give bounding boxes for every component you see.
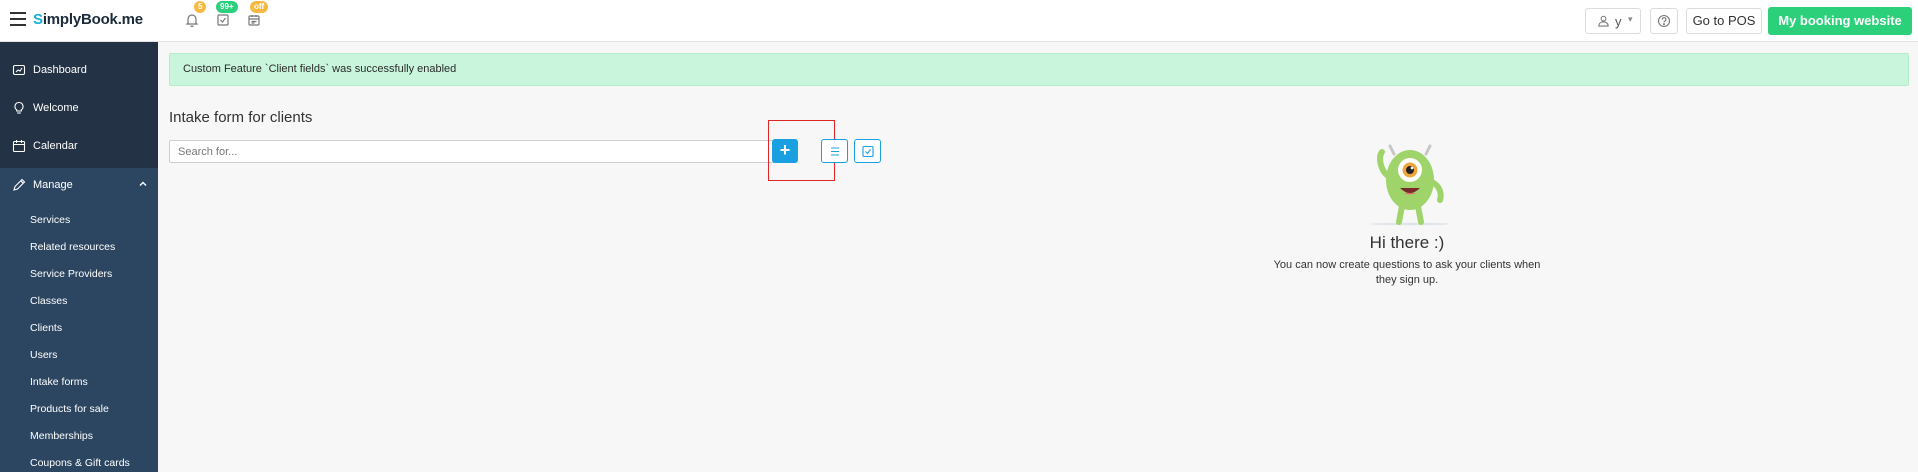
list-icon (831, 147, 839, 156)
empty-state-title: Hi there :) (1369, 233, 1445, 252)
tasks-badge: 99+ (216, 1, 238, 13)
logo-letter: S (33, 11, 43, 28)
user-menu-button[interactable]: y ▾ (1585, 8, 1641, 34)
top-bar: SimplyBook.me 5 99+ off y ▾ Go to POS My… (0, 0, 1918, 42)
sidebar-item-label: Dashboard (33, 64, 87, 76)
select-mode-button[interactable] (854, 139, 881, 163)
logo-text: implyBook (42, 11, 118, 28)
page-title: Intake form for clients (169, 109, 313, 126)
chevron-down-icon: ▾ (1628, 14, 1633, 24)
calendar-badge: off (250, 1, 269, 13)
pencil-icon (12, 178, 26, 192)
sidebar-item-label: Welcome (33, 102, 79, 114)
notifications-badge: 5 (194, 1, 207, 13)
user-icon (1597, 14, 1610, 30)
lightbulb-icon (12, 101, 26, 115)
checkbox-icon (862, 145, 874, 158)
help-button[interactable] (1650, 8, 1678, 34)
sidebar-item-dashboard[interactable]: Dashboard (0, 55, 158, 85)
sidebar-item-services[interactable]: Services (30, 214, 70, 226)
dashboard-icon (12, 63, 26, 77)
search-input[interactable] (169, 140, 784, 163)
go-to-pos-button[interactable]: Go to POS (1686, 8, 1762, 34)
sidebar-item-manage[interactable]: Manage (0, 168, 158, 202)
add-button[interactable]: + (772, 139, 798, 163)
my-booking-website-button[interactable]: My booking website (1768, 7, 1912, 35)
bell-icon[interactable] (184, 12, 200, 28)
sidebar-item-users[interactable]: Users (30, 349, 57, 361)
empty-state-text: You can now create questions to ask your… (1273, 259, 1541, 286)
calendar-icon (12, 139, 26, 153)
sidebar-item-welcome[interactable]: Welcome (0, 93, 158, 123)
sidebar-item-coupons-gift-cards[interactable]: Coupons & Gift cards (30, 457, 130, 469)
sidebar-item-label: Calendar (33, 140, 78, 152)
logo-suffix: .me (117, 11, 143, 28)
sidebar-item-calendar[interactable]: Calendar (0, 131, 158, 161)
sidebar-item-clients[interactable]: Clients (30, 322, 62, 334)
sidebar-item-memberships[interactable]: Memberships (30, 430, 93, 442)
mascot-illustration (1360, 132, 1460, 228)
sidebar-item-products-for-sale[interactable]: Products for sale (30, 403, 109, 415)
sidebar-item-label: Manage (33, 179, 73, 191)
menu-icon[interactable] (10, 12, 26, 26)
sidebar-item-classes[interactable]: Classes (30, 295, 67, 307)
user-name: y (1615, 14, 1622, 29)
tasks-icon[interactable] (215, 12, 231, 28)
calendar-report-icon[interactable] (246, 12, 262, 28)
sidebar-item-service-providers[interactable]: Service Providers (30, 268, 112, 280)
logo[interactable]: SimplyBook.me (33, 11, 143, 28)
list-view-button[interactable] (821, 139, 848, 163)
chevron-up-icon (138, 179, 148, 192)
sidebar-item-related-resources[interactable]: Related resources (30, 241, 115, 253)
sidebar-item-intake-forms[interactable]: Intake forms (30, 376, 88, 388)
sidebar: Dashboard Welcome Calendar Manage Servic… (0, 42, 158, 472)
question-icon (1657, 14, 1671, 28)
success-alert: Custom Feature `Client fields` was succe… (169, 53, 1909, 86)
